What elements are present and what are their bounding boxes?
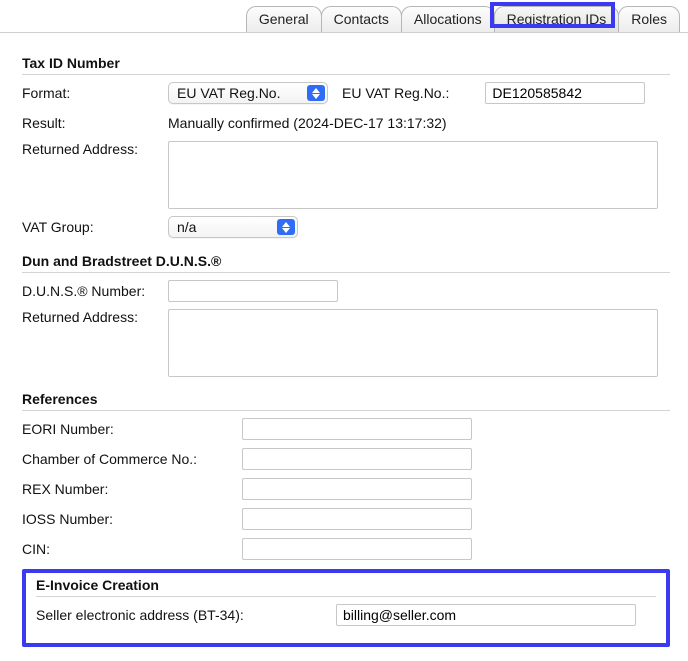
row-tax-format: Format: EU VAT Reg.No. EU VAT Reg.No.: <box>22 81 670 105</box>
input-chamber[interactable] <box>242 448 472 470</box>
textarea-duns-returned-address[interactable] <box>168 309 658 377</box>
tab-bar: General Contacts Allocations Registratio… <box>0 0 688 33</box>
row-tax-returned-address: Returned Address: <box>22 141 670 209</box>
label-seller-electronic-address: Seller electronic address (BT-34): <box>36 607 336 623</box>
select-tax-format[interactable]: EU VAT Reg.No. <box>168 82 328 104</box>
row-chamber: Chamber of Commerce No.: <box>22 447 670 471</box>
tab-contacts[interactable]: Contacts <box>321 6 402 32</box>
tab-roles-label: Roles <box>631 11 667 27</box>
tab-roles[interactable]: Roles <box>618 6 680 32</box>
tab-general-label: General <box>259 11 309 27</box>
input-rex[interactable] <box>242 478 472 500</box>
label-eu-vat-regno: EU VAT Reg.No.: <box>342 85 449 101</box>
row-eori: EORI Number: <box>22 417 670 441</box>
row-rex: REX Number: <box>22 477 670 501</box>
tab-registration-ids[interactable]: Registration IDs <box>494 6 620 32</box>
section-duns-title: Dun and Bradstreet D.U.N.S.® <box>22 253 670 273</box>
chevron-updown-icon <box>277 219 295 235</box>
input-duns-number[interactable] <box>168 280 338 302</box>
tab-allocations[interactable]: Allocations <box>401 6 495 32</box>
input-seller-electronic-address[interactable] <box>336 604 636 626</box>
row-vat-group: VAT Group: n/a <box>22 215 670 239</box>
textarea-tax-returned-address[interactable] <box>168 141 658 209</box>
input-eu-vat-regno[interactable] <box>485 82 645 104</box>
section-references-title: References <box>22 391 670 411</box>
label-rex: REX Number: <box>22 481 242 497</box>
tab-contacts-label: Contacts <box>334 11 389 27</box>
row-duns-returned-address: Returned Address: <box>22 309 670 377</box>
label-tax-format: Format: <box>22 85 168 101</box>
row-seller-electronic-address: Seller electronic address (BT-34): <box>36 603 656 627</box>
label-chamber: Chamber of Commerce No.: <box>22 451 242 467</box>
input-cin[interactable] <box>242 538 472 560</box>
section-tax-id-title: Tax ID Number <box>22 55 670 75</box>
select-vat-group-value: n/a <box>177 219 196 235</box>
select-vat-group[interactable]: n/a <box>168 216 298 238</box>
tab-registration-ids-label: Registration IDs <box>507 11 607 27</box>
label-duns-returned-address: Returned Address: <box>22 309 168 325</box>
row-ioss: IOSS Number: <box>22 507 670 531</box>
input-ioss[interactable] <box>242 508 472 530</box>
section-einvoice-title: E-Invoice Creation <box>36 577 656 597</box>
row-tax-result: Result: Manually confirmed (2024-DEC-17 … <box>22 111 670 135</box>
label-tax-returned-address: Returned Address: <box>22 141 168 157</box>
select-tax-format-value: EU VAT Reg.No. <box>177 85 280 101</box>
tab-general[interactable]: General <box>246 6 322 32</box>
highlight-einvoice-section: E-Invoice Creation Seller electronic add… <box>22 569 670 647</box>
row-cin: CIN: <box>22 537 670 561</box>
label-ioss: IOSS Number: <box>22 511 242 527</box>
label-vat-group: VAT Group: <box>22 219 168 235</box>
label-eori: EORI Number: <box>22 421 242 437</box>
value-tax-result: Manually confirmed (2024-DEC-17 13:17:32… <box>168 115 447 131</box>
row-duns-number: D.U.N.S.® Number: <box>22 279 670 303</box>
input-eori[interactable] <box>242 418 472 440</box>
label-duns-number: D.U.N.S.® Number: <box>22 283 168 299</box>
chevron-updown-icon <box>307 85 325 101</box>
label-cin: CIN: <box>22 541 242 557</box>
label-tax-result: Result: <box>22 115 168 131</box>
tab-allocations-label: Allocations <box>414 11 482 27</box>
